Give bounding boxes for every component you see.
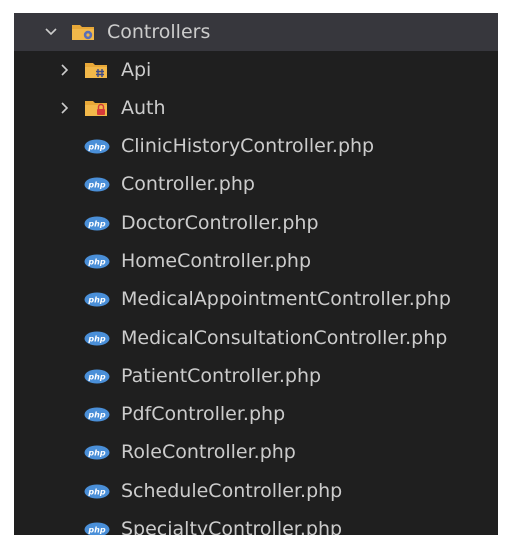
svg-text:php: php xyxy=(87,143,105,152)
php-file-icon: php xyxy=(84,369,110,384)
svg-text:php: php xyxy=(87,334,105,343)
php-file-icon: php xyxy=(84,331,110,345)
tree-file-item[interactable]: php RoleController.php xyxy=(14,433,498,471)
php-file-icon: php xyxy=(84,177,110,192)
php-file-icon: php xyxy=(84,484,110,499)
tree-file-item[interactable]: php ScheduleController.php xyxy=(14,472,498,510)
php-file-icon: php xyxy=(84,139,110,154)
chevron-right-icon[interactable] xyxy=(58,63,72,77)
tree-folder-label: Controllers xyxy=(107,21,211,43)
php-file-icon: php xyxy=(84,292,110,307)
svg-text:php: php xyxy=(87,411,105,420)
tree-folder-auth[interactable]: Auth xyxy=(14,89,498,127)
tree-file-label: ScheduleController.php xyxy=(121,479,343,502)
tree-file-label: DoctorController.php xyxy=(121,211,319,234)
svg-text:php: php xyxy=(87,487,105,496)
auth-folder-icon xyxy=(85,101,107,116)
tree-folder-api[interactable]: Api xyxy=(14,51,498,89)
svg-text:php: php xyxy=(87,181,105,190)
php-file-icon: php xyxy=(84,445,110,460)
controllers-folder-icon xyxy=(72,25,94,40)
svg-text:php: php xyxy=(87,372,105,381)
tree-file-label: RoleController.php xyxy=(121,441,296,464)
tree-file-label: PdfController.php xyxy=(121,403,286,426)
svg-text:php: php xyxy=(87,526,105,535)
tree-file-label: MedicalAppointmentController.php xyxy=(121,288,451,311)
tree-file-label: PatientController.php xyxy=(121,364,322,387)
tree-folder-label: Api xyxy=(121,59,152,81)
tree-file-item[interactable]: php DoctorController.php xyxy=(14,204,498,242)
svg-text:php: php xyxy=(87,219,105,228)
tree-file-label: SpecialtyController.php xyxy=(121,518,343,535)
tree-file-item[interactable]: php PatientController.php xyxy=(14,357,498,395)
php-file-icon: php xyxy=(84,522,110,535)
svg-text:php: php xyxy=(87,296,105,305)
tree-file-label: HomeController.php xyxy=(121,249,312,272)
tree-file-label: ClinicHistoryController.php xyxy=(121,135,375,157)
php-file-icon: php xyxy=(84,407,110,422)
svg-text:php: php xyxy=(87,257,105,266)
php-file-icon: php xyxy=(84,216,110,231)
tree-file-item[interactable]: php HomeController.php xyxy=(14,242,498,280)
tree-file-label: Controller.php xyxy=(121,173,255,196)
tree-file-item[interactable]: php SpecialtyController.php xyxy=(14,510,498,535)
api-folder-icon xyxy=(85,63,107,78)
tree-file-label: MedicalConsultationController.php xyxy=(121,326,448,349)
tree-file-item[interactable]: php Controller.php xyxy=(14,165,498,203)
tree-file-item[interactable]: php MedicalConsultationController.php xyxy=(14,319,498,357)
tree-folder-controllers[interactable]: Controllers xyxy=(14,13,498,51)
chevron-down-icon[interactable] xyxy=(44,25,58,39)
chevron-right-icon[interactable] xyxy=(58,101,72,115)
tree-file-item[interactable]: php ClinicHistoryController.php xyxy=(14,127,498,165)
file-explorer-tree: Controllers Api Auth php ClinicHistoryCon… xyxy=(14,13,498,535)
tree-file-item[interactable]: php MedicalAppointmentController.php xyxy=(14,280,498,318)
tree-file-item[interactable]: php PdfController.php xyxy=(14,395,498,433)
tree-folder-label: Auth xyxy=(121,97,166,119)
svg-text:php: php xyxy=(87,449,105,458)
php-file-icon: php xyxy=(84,254,110,269)
